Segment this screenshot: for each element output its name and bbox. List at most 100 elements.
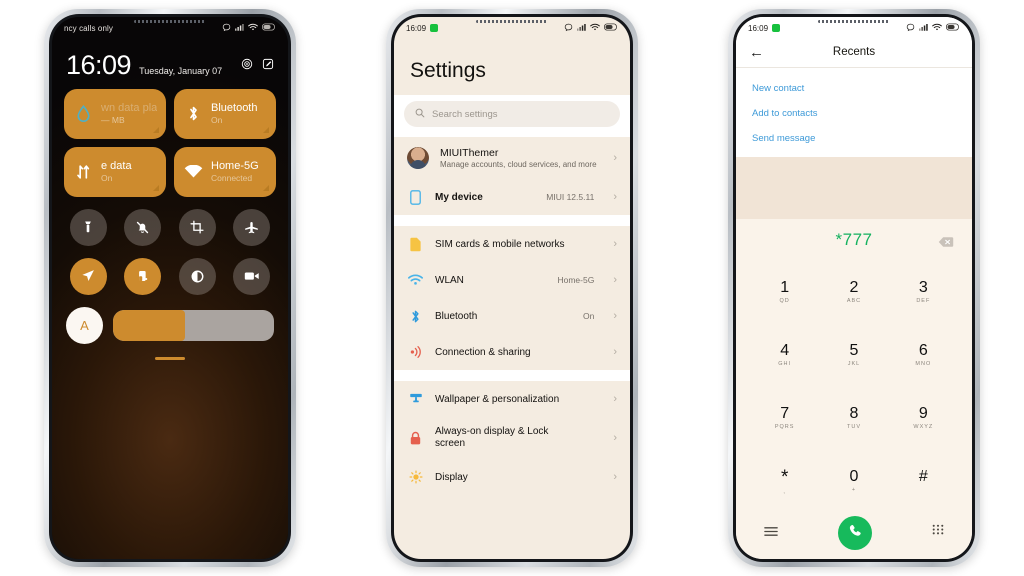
dialer-bottom-bar bbox=[736, 513, 972, 559]
account-subtitle: Manage accounts, cloud services, and mor… bbox=[440, 160, 597, 169]
auto-brightness-button[interactable]: A bbox=[66, 306, 103, 344]
key-5[interactable]: 5 JKL bbox=[819, 324, 888, 387]
keypad-icon[interactable] bbox=[932, 524, 944, 542]
battery-icon bbox=[604, 23, 618, 33]
key-letters: QD bbox=[779, 298, 790, 304]
list-item-label: WLAN bbox=[435, 274, 464, 286]
key-digit: 5 bbox=[849, 342, 859, 359]
call-icon bbox=[847, 523, 863, 544]
dial-pad: *777 1 QD 2 ABC 3 DEF 4 GHI 5 JKL 6 MNO bbox=[736, 219, 972, 559]
key-0[interactable]: 0 + bbox=[819, 450, 888, 513]
status-time: 16:09 bbox=[406, 23, 427, 33]
list-item-display[interactable]: Display › bbox=[394, 459, 630, 495]
tile-bluetooth[interactable]: Bluetooth On bbox=[174, 88, 276, 139]
brightness-sun-icon bbox=[407, 469, 424, 486]
key-hash[interactable]: # bbox=[889, 450, 958, 513]
page-title: Settings bbox=[410, 59, 486, 82]
list-item-always-on-display[interactable]: Always-on display & Lock screen › bbox=[394, 417, 630, 459]
list-item-sim-cards[interactable]: SIM cards & mobile networks › bbox=[394, 226, 630, 262]
search-input[interactable]: Search settings bbox=[404, 101, 620, 127]
wallpaper-icon bbox=[407, 391, 424, 408]
key-2[interactable]: 2 ABC bbox=[819, 261, 888, 324]
tile-mobile-data[interactable]: e data On bbox=[64, 146, 166, 197]
list-item-wlan[interactable]: WLAN Home-5G › bbox=[394, 262, 630, 298]
auto-brightness-label: A bbox=[80, 317, 89, 333]
settings-gear-icon[interactable] bbox=[241, 57, 253, 75]
chevron-right-icon: › bbox=[613, 309, 617, 322]
list-item-bluetooth[interactable]: Bluetooth On › bbox=[394, 298, 630, 334]
key-letters: DEF bbox=[916, 298, 931, 304]
tile-wifi[interactable]: Home-5G Connected bbox=[174, 146, 276, 197]
key-7[interactable]: 7 PQRS bbox=[750, 387, 819, 450]
silent-bell-icon[interactable] bbox=[124, 208, 162, 246]
search-placeholder: Search settings bbox=[432, 108, 498, 120]
key-digit: * bbox=[780, 466, 789, 488]
tile-data-plan[interactable]: wn data plan — MB bbox=[64, 88, 166, 139]
list-item-label: Connection & sharing bbox=[435, 346, 531, 358]
key-digit: 3 bbox=[918, 279, 928, 296]
action-send-message[interactable]: Send message bbox=[736, 126, 972, 151]
dialer-app-bar: ← Recents bbox=[736, 37, 972, 67]
chevron-right-icon: › bbox=[613, 237, 617, 250]
device-icon bbox=[407, 189, 424, 206]
key-1[interactable]: 1 QD bbox=[750, 261, 819, 324]
key-letters: , bbox=[783, 488, 786, 495]
key-9[interactable]: 9 WXYZ bbox=[889, 387, 958, 450]
key-letters: JKL bbox=[847, 361, 861, 367]
key-6[interactable]: 6 MNO bbox=[889, 324, 958, 387]
battery-icon bbox=[946, 23, 960, 33]
list-item-connection-sharing[interactable]: Connection & sharing › bbox=[394, 334, 630, 370]
clock-row: 16:09 Tuesday, January 07 bbox=[52, 37, 288, 79]
key-8[interactable]: 8 TUV bbox=[819, 387, 888, 450]
key-digit: 0 bbox=[849, 468, 859, 485]
airplane-icon[interactable] bbox=[233, 208, 271, 246]
phone-settings: 16:09 Settings Search settings MIUITheme… bbox=[386, 9, 638, 567]
signal-icon bbox=[235, 23, 244, 33]
drag-handle[interactable] bbox=[155, 356, 185, 360]
key-4[interactable]: 4 GHI bbox=[750, 324, 819, 387]
key-digit: 8 bbox=[849, 405, 859, 422]
location-icon[interactable] bbox=[69, 257, 107, 295]
menu-icon[interactable] bbox=[764, 524, 778, 542]
list-item-wallpaper[interactable]: Wallpaper & personalization › bbox=[394, 381, 630, 417]
action-new-contact[interactable]: New contact bbox=[736, 76, 972, 101]
account-name: MIUIThemer bbox=[440, 147, 499, 159]
earpiece-speaker bbox=[134, 20, 206, 23]
data-drop-icon bbox=[73, 104, 93, 124]
dark-mode-icon[interactable] bbox=[178, 257, 216, 295]
phone1-screen: ncy calls only 16:09 Tuesday, January 07… bbox=[52, 17, 288, 559]
quick-settings-tiles: wn data plan — MB Bluetooth On bbox=[52, 79, 288, 197]
tile-subtitle: Connected bbox=[211, 173, 253, 184]
phone-control-center: ncy calls only 16:09 Tuesday, January 07… bbox=[44, 9, 296, 567]
backspace-icon[interactable] bbox=[938, 235, 954, 247]
chevron-right-icon: › bbox=[613, 345, 617, 358]
list-item-my-device[interactable]: My device MIUI 12.5.11 › bbox=[394, 179, 630, 215]
key-letters: PQRS bbox=[774, 424, 795, 430]
message-icon bbox=[222, 23, 231, 34]
wifi-icon bbox=[932, 23, 942, 33]
key-3[interactable]: 3 DEF bbox=[889, 261, 958, 324]
reading-mode-icon[interactable] bbox=[124, 257, 162, 295]
phone2-screen: 16:09 Settings Search settings MIUITheme… bbox=[394, 17, 630, 559]
list-item-label: Always-on display & Lock screen bbox=[435, 425, 549, 450]
list-item-account[interactable]: MIUIThemer Manage accounts, cloud servic… bbox=[394, 137, 630, 179]
screenshot-icon[interactable] bbox=[178, 208, 216, 246]
signal-icon bbox=[919, 23, 928, 33]
clock-date: Tuesday, January 07 bbox=[139, 65, 223, 76]
message-icon bbox=[906, 23, 915, 34]
list-item-value: On bbox=[582, 311, 595, 321]
flashlight-icon[interactable] bbox=[69, 208, 107, 246]
screen-recorder-icon[interactable] bbox=[233, 257, 271, 295]
tile-title: wn data plan bbox=[101, 102, 157, 115]
action-add-to-contacts[interactable]: Add to contacts bbox=[736, 101, 972, 126]
key-star[interactable]: *, bbox=[750, 450, 819, 513]
list-item-label: Wallpaper & personalization bbox=[435, 393, 560, 405]
lock-icon bbox=[407, 430, 424, 447]
brightness-slider[interactable] bbox=[113, 309, 274, 341]
call-button[interactable] bbox=[838, 516, 872, 550]
phone-dialer: 16:09 ← Recents New contact Add to conta… bbox=[728, 9, 980, 567]
key-digit: 7 bbox=[780, 405, 790, 422]
edit-icon[interactable] bbox=[262, 57, 274, 75]
clock-time: 16:09 bbox=[66, 50, 132, 80]
tile-title: Home-5G bbox=[211, 160, 259, 173]
